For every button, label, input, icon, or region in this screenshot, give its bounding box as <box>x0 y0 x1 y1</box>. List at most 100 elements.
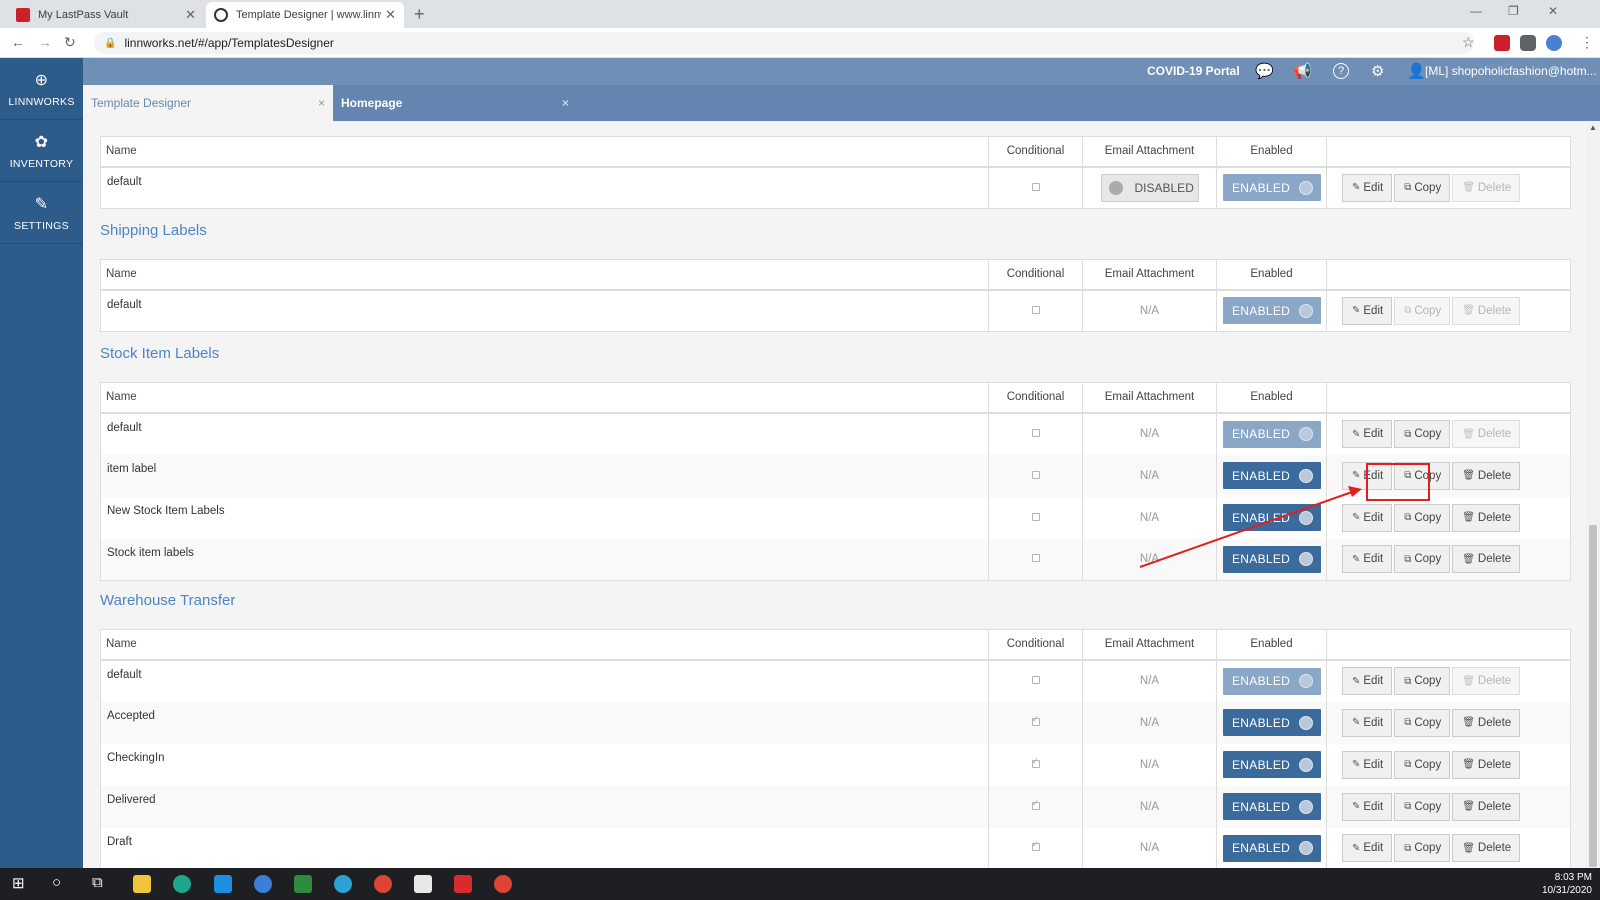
copy-button[interactable]: ⧉ Copy <box>1394 667 1451 695</box>
delete-button[interactable]: 🗑 Delete <box>1452 545 1521 574</box>
content-scrollbar[interactable]: ▲ <box>1586 121 1600 868</box>
skype-icon[interactable] <box>214 875 232 893</box>
conditional-checkbox[interactable] <box>1031 470 1040 479</box>
reload-icon[interactable]: ↻ <box>64 34 76 51</box>
conditional-checkbox[interactable] <box>1031 676 1040 684</box>
copy-button[interactable]: ⧉ Copy <box>1394 792 1451 821</box>
conditional-checkbox[interactable] <box>1031 512 1040 521</box>
settings-gear-icon[interactable]: ⚙ <box>1371 62 1384 80</box>
enabled-toggle[interactable]: ENABLED <box>1223 297 1321 325</box>
edit-button[interactable]: ✎ Edit <box>1342 667 1393 695</box>
search-icon[interactable]: ○ <box>52 874 61 891</box>
url-field[interactable]: 🔒 linnworks.net/#/app/TemplatesDesigner <box>94 32 1474 54</box>
file-explorer-icon[interactable] <box>133 875 151 893</box>
edit-button[interactable]: ✎ Edit <box>1342 503 1393 532</box>
edit-button[interactable]: ✎ Edit <box>1342 792 1393 821</box>
conditional-checkbox[interactable] <box>1031 429 1040 437</box>
lastpass-extension-icon[interactable] <box>1494 35 1510 51</box>
delete-button[interactable]: 🗑 Delete <box>1452 420 1521 448</box>
copy-button[interactable]: ⧉ Copy <box>1394 296 1451 325</box>
megaphone-icon[interactable]: 📢 <box>1293 62 1312 80</box>
enabled-toggle[interactable]: ENABLED <box>1223 834 1321 862</box>
edit-button[interactable]: ✎ Edit <box>1342 173 1393 202</box>
app-icon[interactable] <box>254 875 272 893</box>
close-tab-icon[interactable]: × <box>318 96 325 110</box>
copy-button[interactable]: ⧉ Copy <box>1394 503 1451 532</box>
enabled-toggle[interactable]: ENABLED <box>1223 462 1321 489</box>
edit-button[interactable]: ✎ Edit <box>1342 420 1393 448</box>
copy-button[interactable]: ⧉ Copy <box>1394 834 1451 863</box>
edit-button[interactable]: ✎ Edit <box>1342 545 1393 574</box>
delete-button[interactable]: 🗑 Delete <box>1452 750 1521 779</box>
app-icon[interactable] <box>454 875 472 893</box>
delete-button[interactable]: 🗑 Delete <box>1452 503 1521 532</box>
user-account-label[interactable]: [ML] shopoholicfashion@hotm... <box>1425 64 1597 78</box>
edit-button[interactable]: ✎ Edit <box>1342 834 1393 863</box>
edit-button[interactable]: ✎ Edit <box>1342 708 1393 737</box>
bookmark-star-icon[interactable]: ☆ <box>1462 34 1475 51</box>
enabled-toggle[interactable]: ENABLED <box>1223 667 1321 695</box>
minimize-icon[interactable]: — <box>1470 4 1482 18</box>
conditional-checkbox[interactable] <box>1031 305 1040 314</box>
chat-icon[interactable]: 💬 <box>1255 62 1274 80</box>
edge-icon[interactable] <box>334 875 352 893</box>
enabled-toggle[interactable]: ENABLED <box>1223 504 1321 531</box>
close-tab-icon[interactable]: × <box>562 96 569 110</box>
enabled-toggle[interactable]: ENABLED <box>1223 420 1321 448</box>
copy-button[interactable]: ⧉ Copy <box>1394 173 1451 202</box>
task-view-icon[interactable]: ⧉ <box>92 874 103 891</box>
browser-tab-template-designer[interactable]: Template Designer | www.linnwo ✕ <box>206 2 404 28</box>
app-icon[interactable] <box>173 875 191 893</box>
email-attachment-toggle[interactable]: DISABLED <box>1100 173 1199 202</box>
conditional-checkbox[interactable] <box>1031 839 1040 852</box>
windows-start-icon[interactable]: ⊞ <box>12 874 25 892</box>
document-icon[interactable] <box>414 875 432 893</box>
chrome-icon[interactable] <box>494 875 512 893</box>
delete-button[interactable]: 🗑 Delete <box>1452 296 1521 325</box>
enabled-toggle[interactable]: ENABLED <box>1223 545 1321 573</box>
maximize-icon[interactable]: ❐ <box>1508 4 1519 18</box>
sidebar-item-inventory[interactable]: ✿ INVENTORY <box>0 120 83 182</box>
copy-button[interactable]: ⧉ Copy <box>1394 420 1451 448</box>
conditional-checkbox[interactable] <box>1031 756 1040 768</box>
delete-button[interactable]: 🗑 Delete <box>1452 708 1521 737</box>
sidebar-item-linnworks[interactable]: ⊕ LINNWORKS <box>0 58 83 120</box>
tab-template-designer[interactable]: Template Designer × <box>83 85 333 121</box>
enabled-toggle[interactable]: ENABLED <box>1223 793 1321 820</box>
delete-button[interactable]: 🗑 Delete <box>1452 792 1521 821</box>
copy-button[interactable]: ⧉ Copy <box>1394 545 1451 574</box>
edit-button[interactable]: ✎ Edit <box>1342 296 1393 325</box>
copy-button[interactable]: ⧉ Copy <box>1394 708 1451 737</box>
system-clock[interactable]: 8:03 PM 10/31/2020 <box>1542 871 1592 897</box>
sidebar-item-settings[interactable]: ✎ SETTINGS <box>0 182 83 244</box>
delete-button[interactable]: 🗑 Delete <box>1452 667 1521 695</box>
conditional-checkbox[interactable] <box>1031 798 1040 810</box>
extensions-puzzle-icon[interactable] <box>1520 35 1536 51</box>
covid-portal-link[interactable]: COVID-19 Portal <box>1147 64 1240 78</box>
spreadsheet-icon[interactable] <box>294 875 312 893</box>
enabled-toggle[interactable]: ENABLED <box>1223 751 1321 778</box>
browser-menu-icon[interactable]: ⋮ <box>1580 34 1594 51</box>
delete-button[interactable]: 🗑 Delete <box>1452 173 1521 202</box>
edit-button[interactable]: ✎ Edit <box>1342 750 1393 779</box>
enabled-toggle[interactable]: ENABLED <box>1223 174 1321 202</box>
chrome-icon[interactable] <box>374 875 392 893</box>
copy-button[interactable]: ⧉ Copy <box>1394 750 1451 779</box>
scroll-up-arrow-icon[interactable]: ▲ <box>1589 123 1597 132</box>
close-tab-icon[interactable]: ✕ <box>385 7 396 23</box>
close-window-icon[interactable]: ✕ <box>1548 4 1558 18</box>
help-icon[interactable]: ? <box>1333 63 1349 79</box>
delete-button[interactable]: 🗑 Delete <box>1452 834 1521 863</box>
delete-button[interactable]: 🗑 Delete <box>1452 461 1521 490</box>
scrollbar-thumb[interactable] <box>1589 525 1597 867</box>
new-tab-button[interactable]: + <box>414 4 425 25</box>
profile-avatar-icon[interactable] <box>1546 35 1562 51</box>
enabled-toggle[interactable]: ENABLED <box>1223 709 1321 736</box>
conditional-checkbox[interactable] <box>1031 714 1040 726</box>
forward-icon[interactable]: → <box>38 34 52 50</box>
conditional-checkbox[interactable] <box>1031 182 1040 191</box>
close-tab-icon[interactable]: ✕ <box>185 7 196 23</box>
conditional-checkbox[interactable] <box>1031 554 1040 563</box>
tab-homepage[interactable]: Homepage × <box>333 85 577 121</box>
back-icon[interactable]: ← <box>11 34 25 50</box>
